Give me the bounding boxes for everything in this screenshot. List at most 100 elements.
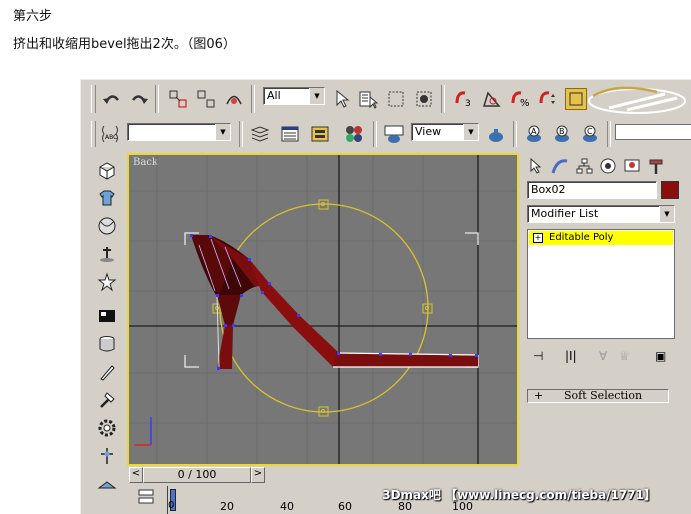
undo-button[interactable] — [101, 88, 123, 110]
back-viewport[interactable]: Back — [127, 153, 519, 466]
viewport-scene — [129, 155, 517, 464]
mini-curve-editor-button[interactable] — [135, 486, 157, 508]
motion-tab[interactable] — [597, 155, 619, 177]
render-c-button[interactable]: C — [579, 123, 601, 145]
selection-filter-dropdown[interactable]: All ▼ — [263, 87, 325, 105]
angle-snap-button[interactable] — [481, 88, 503, 110]
make-unique-icon[interactable]: ∀ — [599, 349, 607, 363]
create-sphere-tool[interactable] — [96, 215, 118, 237]
percent-snap-button[interactable]: % — [509, 88, 531, 110]
cursor-icon — [336, 90, 350, 108]
transform-gizmo-circle[interactable] — [219, 203, 429, 413]
create-panel-tool[interactable] — [96, 305, 118, 327]
configure-modifier-sets-icon[interactable]: ▣ — [655, 349, 666, 363]
gizmo-handles[interactable] — [212, 199, 433, 417]
time-slider-next-button[interactable]: > — [251, 467, 265, 483]
render-a-button[interactable]: A — [523, 123, 545, 145]
material-spheres-icon — [346, 126, 362, 142]
time-slider-thumb[interactable]: 0 / 100 — [143, 467, 251, 483]
bind-spacewarp-button[interactable] — [223, 88, 245, 110]
spinner-snap-button[interactable] — [537, 88, 559, 110]
tick-label-40: 40 — [280, 500, 294, 513]
box-icon — [99, 162, 115, 180]
gear-icon — [98, 419, 116, 437]
track-view-icon — [281, 126, 299, 142]
create-box-tool[interactable] — [96, 159, 118, 181]
snap-toggle-button[interactable]: 3 — [453, 88, 475, 110]
create-gear-tool[interactable] — [96, 417, 118, 439]
create-shirt-tool[interactable] — [96, 187, 118, 209]
pin-stack-icon[interactable]: ⊣ — [533, 349, 543, 363]
magnet-snap-icon: 3 — [455, 91, 471, 109]
svg-text:B: B — [559, 127, 565, 136]
high-heel-model[interactable] — [190, 234, 479, 370]
select-object-button[interactable] — [331, 88, 353, 110]
display-icon — [624, 159, 640, 172]
create-cylinder-tool[interactable] — [96, 333, 118, 355]
time-slider[interactable]: < 0 / 100 > — [127, 466, 519, 484]
render-type-dropdown[interactable]: View ▼ — [411, 123, 479, 141]
create-plane-tool[interactable] — [96, 473, 118, 495]
display-tab[interactable] — [621, 155, 643, 177]
named-selection-button[interactable] — [565, 88, 587, 110]
quick-render-button[interactable] — [485, 123, 507, 145]
svg-text:ABC: ABC — [105, 134, 117, 141]
chevron-down-icon: ▼ — [659, 206, 674, 222]
render-type-value: View — [415, 125, 442, 138]
rect-selection-button[interactable] — [385, 88, 407, 110]
named-selection-dropdown[interactable]: ▼ — [127, 123, 231, 141]
schematic-view-button[interactable] — [309, 123, 331, 145]
stack-item-editable-poly[interactable]: + Editable Poly — [529, 231, 673, 245]
window-crossing-button[interactable] — [413, 88, 435, 110]
layer-manager-button[interactable] — [249, 123, 271, 145]
hierarchy-tab[interactable] — [573, 155, 595, 177]
material-editor-button[interactable] — [343, 123, 365, 145]
angle-snap-icon — [482, 91, 501, 107]
create-spring-tool[interactable] — [96, 243, 118, 265]
curve-editor-icon — [138, 489, 154, 504]
named-selection-icon — [569, 92, 583, 106]
redo-button[interactable] — [128, 88, 150, 110]
rect-select-icon — [388, 91, 404, 107]
modify-tab[interactable] — [549, 155, 571, 177]
command-panel: Box02 Modifier List ▼ + Editable Poly ⊣ |… — [521, 153, 691, 514]
rollout-expand-icon: + — [534, 389, 544, 402]
pin-icon — [101, 448, 113, 464]
named-selection-sets-button[interactable]: ABC — [99, 123, 121, 145]
abc-selection-icon: ABC — [102, 125, 118, 143]
object-color-swatch[interactable] — [661, 181, 679, 199]
utilities-tab[interactable] — [645, 155, 667, 177]
stack-tools: ⊣ |Ⅰ| ∀ ♕ ▣ — [527, 349, 679, 365]
create-pin-tool[interactable] — [96, 445, 118, 467]
render-scene-button[interactable] — [383, 123, 405, 145]
schematic-icon — [311, 126, 329, 142]
track-view-button[interactable] — [279, 123, 301, 145]
tick-label-20: 20 — [220, 500, 234, 513]
teapot-b-icon: B — [555, 125, 569, 142]
select-by-name-button[interactable] — [357, 88, 379, 110]
expand-plus-icon[interactable]: + — [533, 233, 543, 243]
create-character-tool[interactable] — [96, 271, 118, 293]
viewport-grid — [129, 155, 517, 464]
hammer-utilities-icon — [649, 159, 663, 174]
shirt-icon — [99, 190, 115, 206]
toolbar-field[interactable] — [615, 124, 691, 140]
create-tab[interactable] — [525, 155, 547, 177]
render-b-button[interactable]: B — [551, 123, 573, 145]
time-slider-prev-button[interactable]: < — [129, 467, 143, 483]
redo-icon — [132, 95, 148, 104]
left-tool-bar — [93, 153, 123, 514]
remove-modifier-icon[interactable]: ♕ — [619, 349, 630, 363]
create-brush-tool[interactable] — [96, 361, 118, 383]
modifier-list-dropdown[interactable]: Modifier List ▼ — [527, 205, 675, 223]
motion-icon — [600, 158, 616, 174]
object-name-field[interactable]: Box02 — [527, 181, 657, 199]
unlink-button[interactable] — [195, 88, 217, 110]
select-link-button[interactable] — [167, 88, 189, 110]
show-end-result-icon[interactable]: |Ⅰ| — [565, 349, 577, 363]
command-panel-tabs — [525, 155, 689, 177]
create-hammer-tool[interactable] — [96, 389, 118, 411]
soft-selection-rollout[interactable]: + Soft Selection — [527, 389, 669, 403]
svg-text:C: C — [587, 127, 593, 136]
cursor-create-icon — [530, 157, 542, 174]
